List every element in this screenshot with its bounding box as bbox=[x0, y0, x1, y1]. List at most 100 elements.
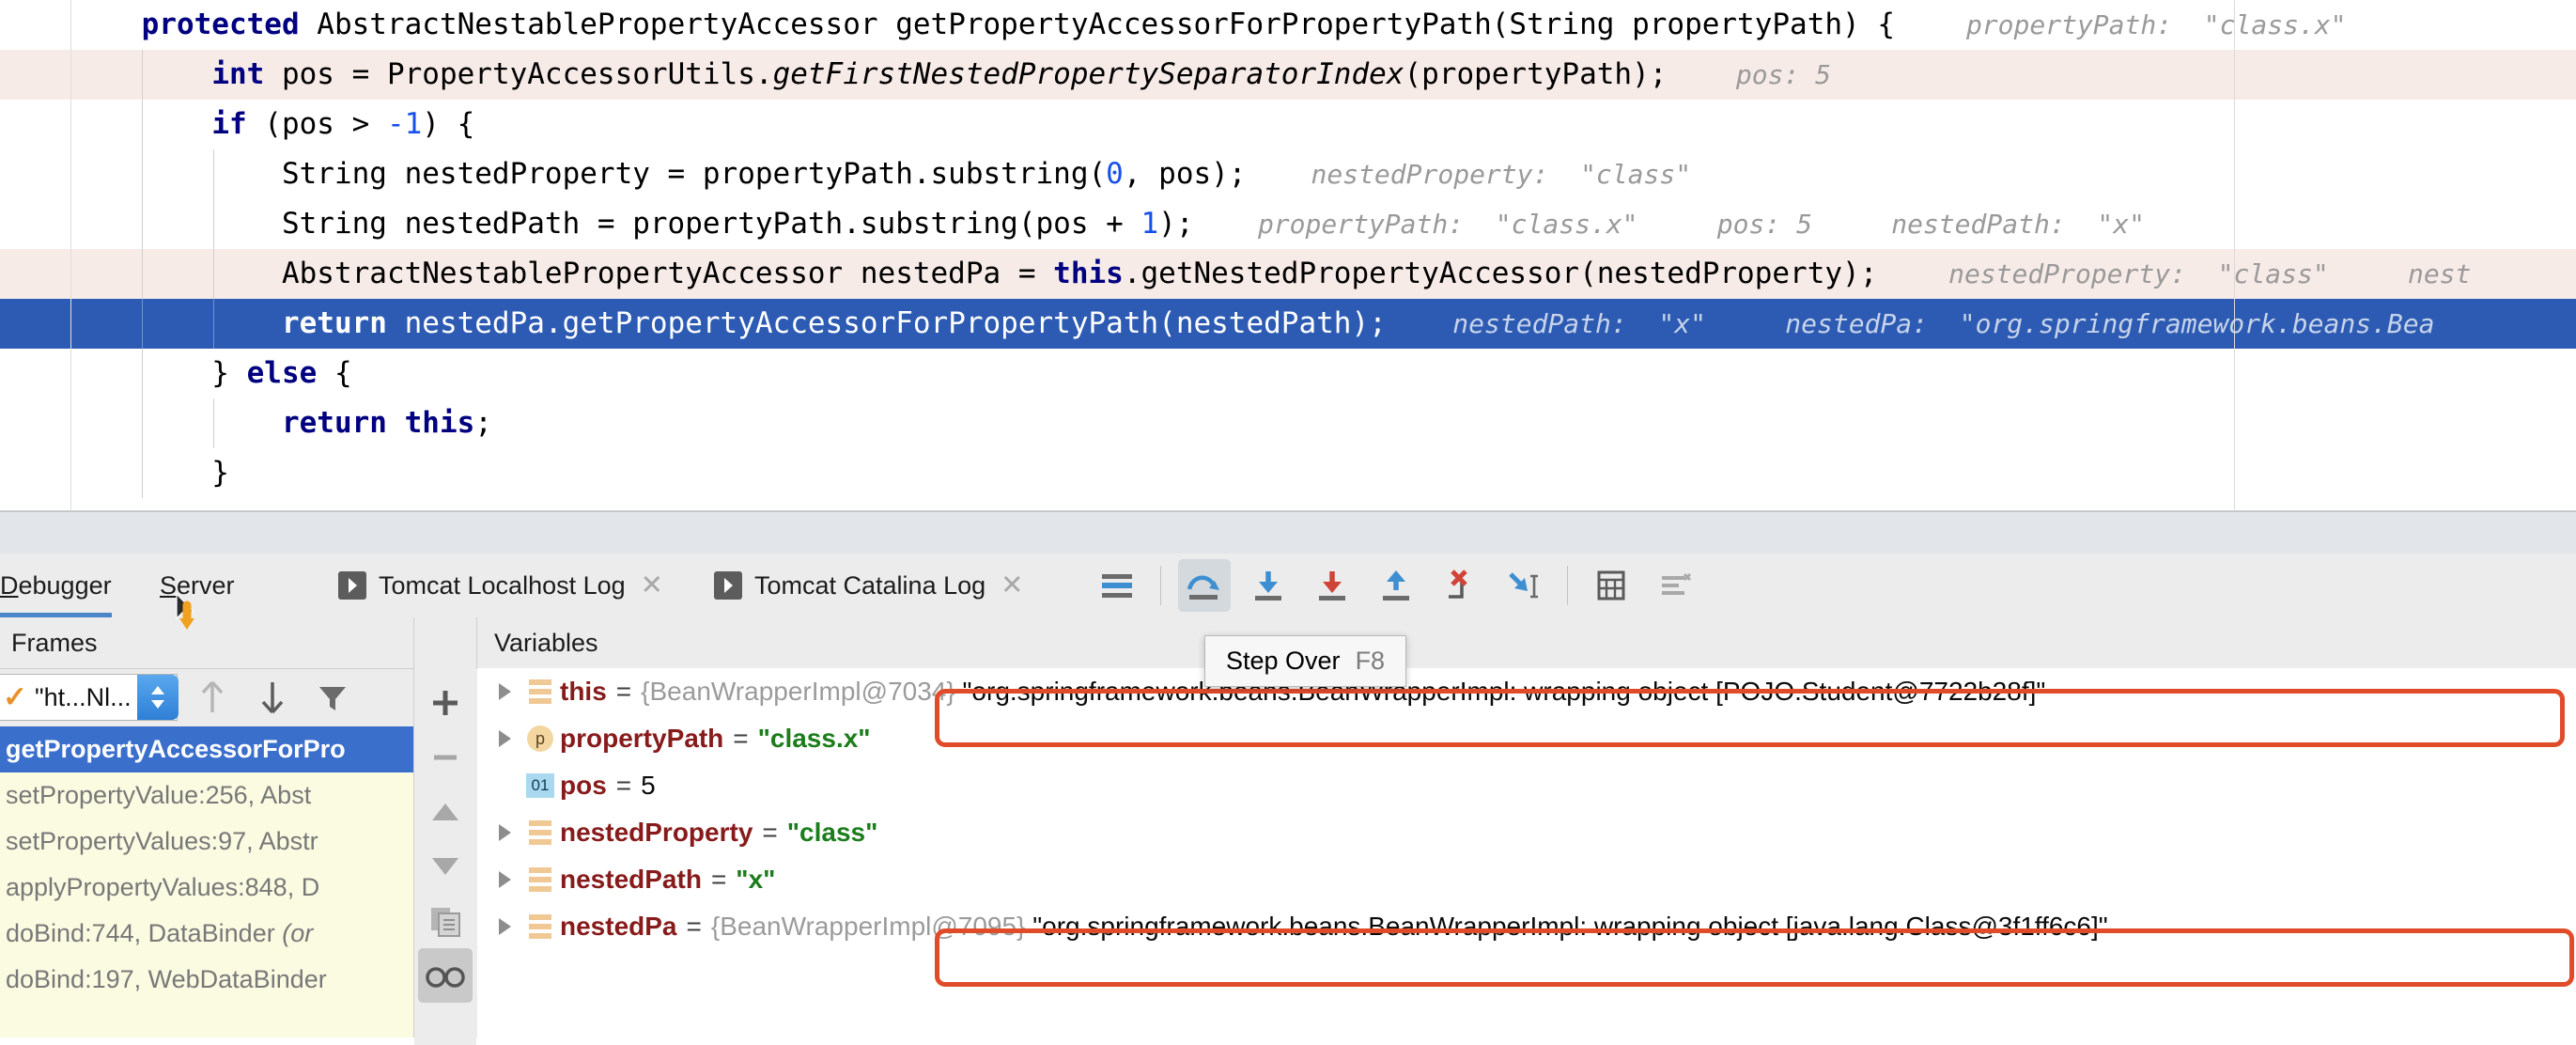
variable-name: this bbox=[560, 677, 607, 706]
code-line[interactable]: protected AbstractNestablePropertyAccess… bbox=[0, 0, 2576, 50]
tab-tomcat-localhost-log[interactable]: Tomcat Localhost Log ✕ bbox=[338, 554, 663, 617]
code-line[interactable]: } else { bbox=[0, 349, 2576, 398]
remove-watch-button[interactable] bbox=[418, 730, 473, 785]
inline-debug-value: nestedProperty: "class" bbox=[1311, 159, 1692, 190]
toolbar-separator bbox=[1160, 566, 1161, 605]
settings-icon[interactable] bbox=[1649, 559, 1701, 612]
inline-debug-value: propertyPath: "class.x" bbox=[1965, 9, 2347, 40]
tab-label: Debugger bbox=[0, 570, 112, 600]
copy-value-button[interactable] bbox=[418, 894, 473, 948]
primitive-variable-icon: 01 bbox=[526, 773, 554, 798]
run-to-cursor-icon[interactable] bbox=[1497, 559, 1550, 612]
watches-toggle-button[interactable] bbox=[418, 948, 473, 1003]
debug-tool-window: Debugger Server Tomcat Localhost Log ✕ Tomca… bbox=[0, 554, 2576, 1045]
tab-label: Tomcat Localhost Log bbox=[379, 570, 626, 600]
variable-type: {BeanWrapperImpl@7095} bbox=[710, 912, 1033, 941]
equals-sign: = bbox=[615, 677, 632, 706]
step-over-tooltip: Step Over F8 bbox=[1204, 635, 1407, 687]
step-out-icon[interactable] bbox=[1370, 559, 1422, 612]
variable-icon-slot bbox=[520, 679, 560, 704]
move-watch-down-button[interactable] bbox=[418, 839, 473, 894]
code-line-text: int pos = PropertyAccessorUtils.getFirst… bbox=[211, 57, 1668, 91]
frame-list-item[interactable]: doBind:744, DataBinder (or bbox=[0, 911, 413, 957]
add-watch-button[interactable] bbox=[418, 676, 473, 730]
toolwindow-splitter[interactable] bbox=[0, 511, 2576, 554]
variable-value: "org.springframework.beans.BeanWrapperIm… bbox=[962, 677, 2046, 706]
move-frame-up-button[interactable] bbox=[187, 672, 238, 723]
expand-triangle-icon[interactable] bbox=[489, 730, 520, 747]
step-over-icon[interactable] bbox=[1178, 559, 1231, 612]
frame-list-item[interactable]: applyPropertyValues:848, D bbox=[0, 865, 413, 911]
move-frame-down-button[interactable] bbox=[247, 672, 298, 723]
variable-icon-slot bbox=[520, 820, 560, 845]
object-variable-icon bbox=[529, 914, 551, 939]
editor-line-container: protected AbstractNestablePropertyAccess… bbox=[0, 0, 2576, 498]
code-line-text: return this; bbox=[281, 406, 492, 440]
code-line[interactable]: String nestedProperty = propertyPath.sub… bbox=[0, 149, 2576, 199]
code-line[interactable]: return nestedPa.getPropertyAccessorForPr… bbox=[0, 299, 2576, 349]
variable-value: "class.x" bbox=[757, 724, 871, 753]
editor-fold-rail bbox=[70, 0, 71, 511]
frames-list[interactable]: getPropertyAccessorForPro setPropertyValu… bbox=[0, 726, 413, 1037]
variable-row[interactable]: nestedPath = "x" bbox=[477, 856, 2576, 903]
variable-row[interactable]: nestedProperty = "class" bbox=[477, 809, 2576, 856]
code-line[interactable]: String nestedPath = propertyPath.substri… bbox=[0, 199, 2576, 249]
variables-panel-title: Variables bbox=[494, 629, 598, 657]
code-line-text: } else { bbox=[71, 356, 352, 390]
code-editor[interactable]: protected AbstractNestablePropertyAccess… bbox=[0, 0, 2576, 511]
frame-list-item[interactable]: setPropertyValues:97, Abstr bbox=[0, 819, 413, 865]
variable-row[interactable]: this = {BeanWrapperImpl@7034} "org.springf… bbox=[477, 668, 2576, 715]
variables-tree[interactable]: this = {BeanWrapperImpl@7034} "org.springf… bbox=[477, 668, 2576, 1037]
thread-selector-combo[interactable]: ✓ "ht...Nl... bbox=[0, 674, 178, 721]
expand-triangle-icon[interactable] bbox=[489, 683, 520, 700]
toolbar-separator bbox=[1567, 566, 1568, 605]
equals-sign: = bbox=[615, 771, 632, 800]
move-watch-up-button[interactable] bbox=[418, 785, 473, 839]
equals-sign: = bbox=[762, 818, 778, 847]
run-icon bbox=[714, 571, 742, 600]
code-line-text: return nestedPa.getPropertyAccessorForPr… bbox=[281, 306, 1387, 340]
variable-value: "class" bbox=[786, 818, 878, 847]
variable-row[interactable]: nestedPa = {BeanWrapperImpl@7095} "org.spr… bbox=[477, 903, 2576, 950]
equals-sign: = bbox=[686, 912, 702, 941]
variable-row[interactable]: 01 pos = 5 bbox=[477, 762, 2576, 809]
watches-side-toolbar bbox=[414, 668, 476, 1045]
frames-toolbar: ✓ "ht...Nl... bbox=[0, 668, 421, 726]
expand-triangle-icon[interactable] bbox=[489, 918, 520, 935]
object-variable-icon bbox=[529, 820, 551, 845]
show-execution-point-icon[interactable] bbox=[1091, 559, 1143, 612]
thread-selector-value: "ht...Nl... bbox=[34, 682, 132, 711]
close-icon[interactable]: ✕ bbox=[1001, 571, 1023, 600]
close-icon[interactable]: ✕ bbox=[641, 571, 663, 600]
frame-list-item[interactable]: getPropertyAccessorForPro bbox=[0, 726, 413, 772]
chevron-up-down-icon[interactable] bbox=[136, 675, 178, 720]
frame-list-item[interactable]: doBind:197, WebDataBinder bbox=[0, 957, 413, 1003]
code-line[interactable]: return this; bbox=[0, 398, 2576, 448]
step-into-icon[interactable] bbox=[1242, 559, 1295, 612]
code-line-text: String nestedProperty = propertyPath.sub… bbox=[71, 157, 1247, 191]
variable-row[interactable]: p propertyPath = "class.x" bbox=[477, 715, 2576, 762]
equals-sign: = bbox=[733, 724, 749, 753]
tab-debugger[interactable]: Debugger bbox=[0, 554, 112, 617]
tab-tomcat-catalina-log[interactable]: Tomcat Catalina Log ✕ bbox=[714, 554, 1023, 617]
drop-frame-icon[interactable] bbox=[1434, 559, 1486, 612]
code-line[interactable]: if (pos > -1) { bbox=[0, 100, 2576, 149]
header-separator-1 bbox=[413, 617, 414, 668]
code-line[interactable]: int pos = PropertyAccessorUtils.getFirst… bbox=[0, 50, 2576, 100]
code-line[interactable]: AbstractNestablePropertyAccessor nestedP… bbox=[0, 249, 2576, 299]
tab-label: Server bbox=[160, 570, 235, 600]
filter-frames-button[interactable] bbox=[307, 672, 358, 723]
tab-label: Tomcat Catalina Log bbox=[754, 570, 986, 600]
evaluate-expression-icon[interactable] bbox=[1585, 559, 1637, 612]
code-line-text: } bbox=[71, 456, 229, 490]
expand-triangle-icon[interactable] bbox=[489, 871, 520, 888]
tab-server[interactable]: Server bbox=[160, 554, 235, 617]
frame-list-item[interactable]: setPropertyValue:256, Abst bbox=[0, 772, 413, 819]
code-line[interactable]: } bbox=[0, 448, 2576, 498]
force-step-into-icon[interactable] bbox=[1306, 559, 1358, 612]
editor-right-margin-guide bbox=[2234, 0, 2235, 511]
variable-name: propertyPath bbox=[560, 724, 724, 753]
expand-triangle-icon[interactable] bbox=[489, 824, 520, 841]
variable-name: nestedPath bbox=[560, 865, 702, 894]
code-line-text: protected AbstractNestablePropertyAccess… bbox=[141, 8, 1896, 41]
